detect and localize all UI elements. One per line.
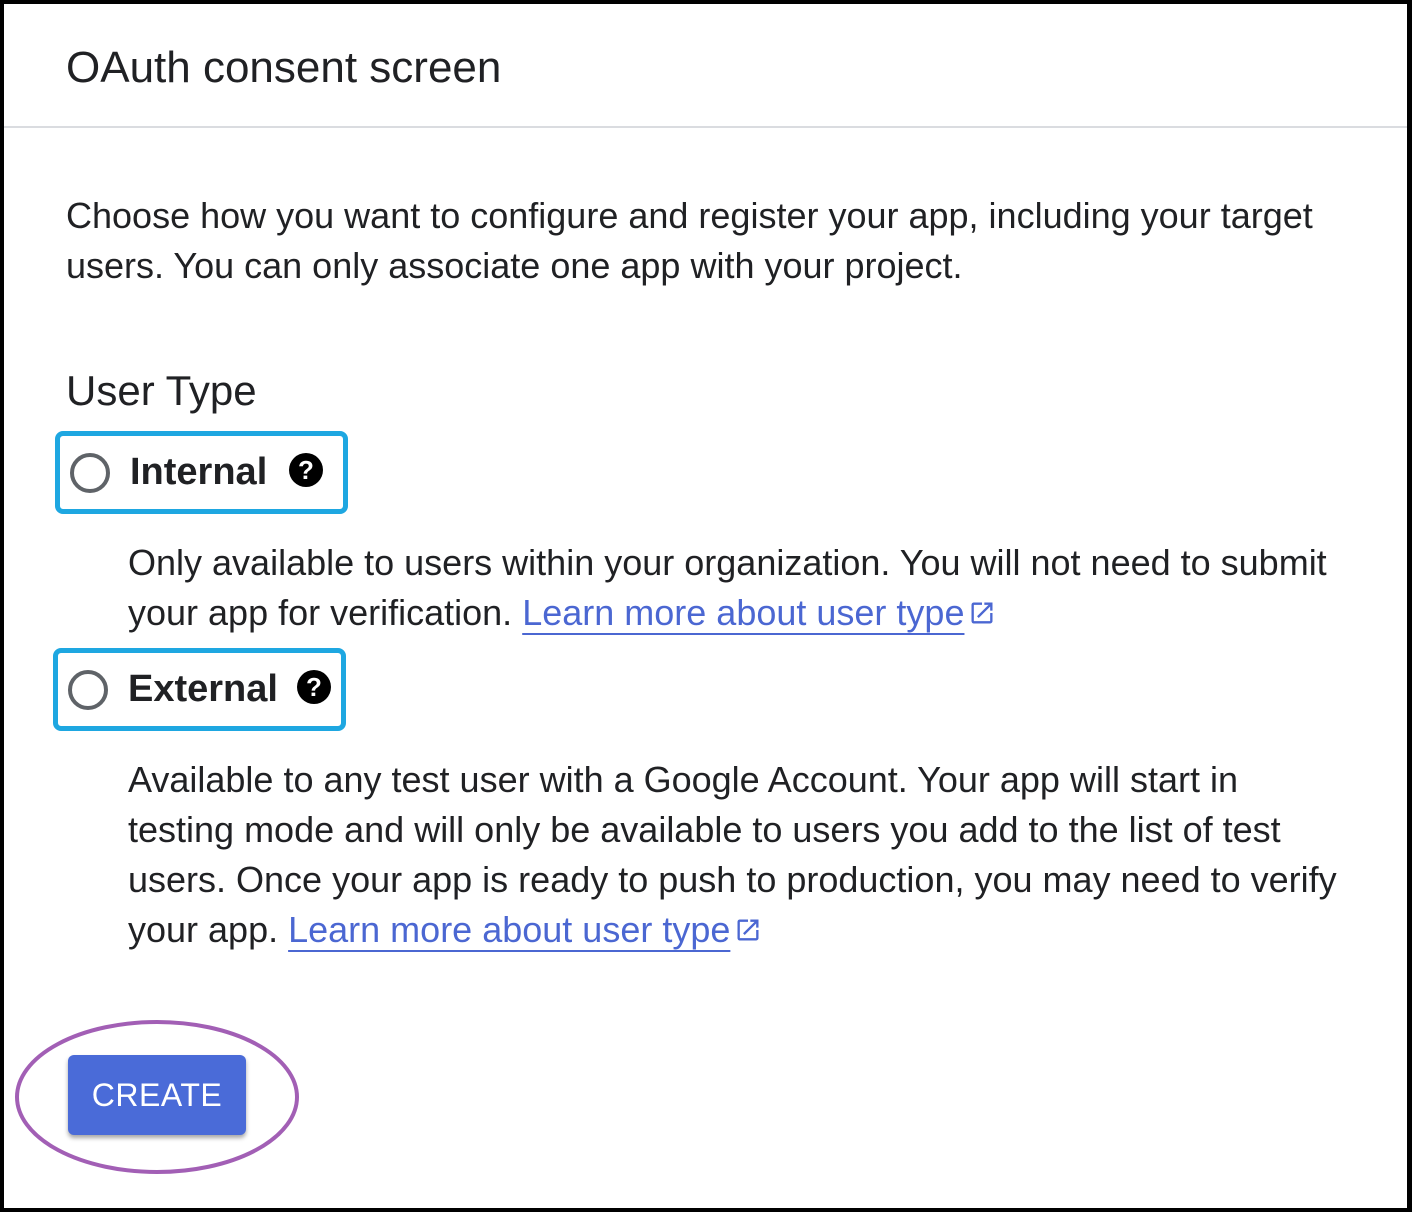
external-option-label[interactable]: External [128,666,278,712]
user-type-heading: User Type [66,367,257,414]
learn-more-user-type-link[interactable]: Learn more about user type [522,592,996,633]
create-button[interactable]: CREATE [68,1055,246,1135]
learn-more-user-type-link[interactable]: Learn more about user type [288,909,762,950]
svg-text:?: ? [298,455,314,485]
external-radio-button[interactable] [68,670,108,710]
internal-radio-button[interactable] [70,453,110,493]
header: OAuth consent screen [4,4,1407,128]
learn-more-link-text[interactable]: Learn more about user type [522,592,964,633]
oauth-consent-panel: OAuth consent screen Choose how you want… [0,0,1412,1212]
user-type-option-internal[interactable]: Internal ? [55,431,348,514]
internal-option-label[interactable]: Internal [130,449,267,495]
external-option-description: Available to any test user with a Google… [128,755,1348,955]
open-in-new-icon [737,919,759,941]
learn-more-link-text[interactable]: Learn more about user type [288,909,730,950]
help-icon[interactable]: ? [296,669,332,705]
page-title: OAuth consent screen [66,43,502,92]
internal-option-description: Only available to users within your orga… [128,538,1348,638]
help-icon[interactable]: ? [288,452,324,488]
user-type-option-external[interactable]: External ? [53,648,346,731]
open-in-new-icon [971,602,993,624]
svg-text:?: ? [306,672,322,702]
intro-text: Choose how you want to configure and reg… [66,195,1313,286]
